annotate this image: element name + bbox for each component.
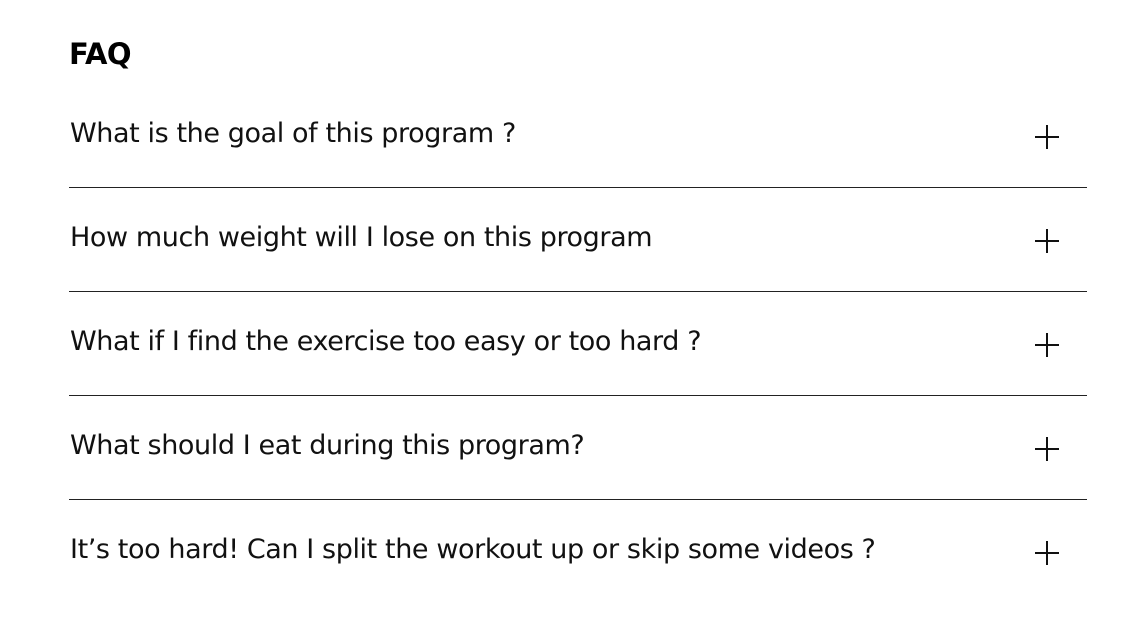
- plus-icon[interactable]: [1034, 124, 1060, 150]
- plus-icon[interactable]: [1034, 540, 1060, 566]
- faq-question[interactable]: What if I find the exercise too easy or …: [70, 324, 702, 360]
- faq-item-weight-loss[interactable]: How much weight will I lose on this prog…: [69, 188, 1087, 292]
- faq-item-exercise-difficulty[interactable]: What if I find the exercise too easy or …: [69, 292, 1087, 396]
- faq-item-goal[interactable]: What is the goal of this program ?: [69, 84, 1087, 188]
- faq-question[interactable]: How much weight will I lose on this prog…: [70, 220, 653, 256]
- faq-list: What is the goal of this program ? How m…: [69, 84, 1087, 604]
- plus-icon[interactable]: [1034, 332, 1060, 358]
- faq-title: FAQ: [69, 37, 132, 71]
- faq-item-diet[interactable]: What should I eat during this program?: [69, 396, 1087, 500]
- plus-icon[interactable]: [1034, 228, 1060, 254]
- faq-item-split-workout[interactable]: It’s too hard! Can I split the workout u…: [69, 500, 1087, 604]
- faq-question[interactable]: It’s too hard! Can I split the workout u…: [70, 532, 876, 568]
- plus-icon[interactable]: [1034, 436, 1060, 462]
- faq-question[interactable]: What should I eat during this program?: [70, 428, 585, 464]
- faq-question[interactable]: What is the goal of this program ?: [70, 116, 516, 152]
